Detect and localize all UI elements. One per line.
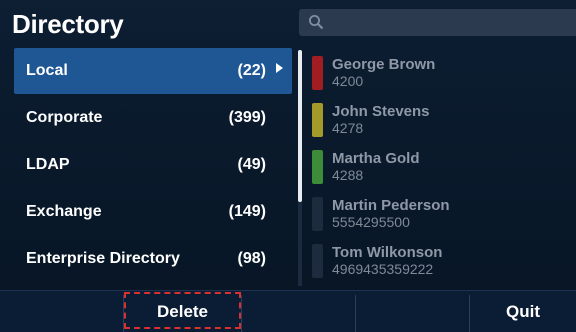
chevron-right-icon: [276, 63, 283, 73]
presence-indicator: [312, 197, 323, 231]
page-title: Directory: [12, 9, 124, 39]
directory-item-label: LDAP: [26, 156, 70, 173]
directory-item-count: (49): [237, 156, 266, 173]
directory-item-count: (149): [228, 203, 266, 220]
contact-item[interactable]: George Brown 4200: [310, 52, 570, 98]
presence-indicator: [312, 244, 323, 278]
directory-item-label: Corporate: [26, 109, 103, 126]
presence-indicator: [312, 56, 323, 90]
contact-name: John Stevens: [332, 103, 430, 120]
contact-number: 4278: [332, 120, 364, 136]
contact-number: 5554295500: [332, 214, 410, 230]
contact-item[interactable]: Martha Gold 4288: [310, 146, 570, 192]
scrollbar-thumb[interactable]: [298, 50, 302, 202]
softkey-empty-2[interactable]: [356, 291, 469, 332]
contact-number: 4200: [332, 73, 364, 89]
contact-name: Martin Pederson: [332, 197, 450, 214]
focus-outline: [124, 292, 241, 329]
search-input[interactable]: [299, 9, 576, 36]
presence-indicator: [312, 150, 323, 184]
directory-item-local[interactable]: Local (22): [14, 48, 292, 94]
directory-item-count: (98): [237, 250, 266, 267]
contact-name: Martha Gold: [332, 150, 420, 167]
search-icon: [309, 15, 324, 30]
directory-item-ldap[interactable]: LDAP (49): [14, 142, 292, 188]
directory-screen: Directory Local (22) Corporate (399) LDA…: [0, 0, 576, 290]
directory-item-label: Local: [26, 62, 68, 79]
directory-item-enterprise-directory[interactable]: Enterprise Directory (98): [14, 236, 292, 282]
contact-item[interactable]: Martin Pederson 5554295500: [310, 193, 570, 239]
directory-item-label: Enterprise Directory: [26, 250, 180, 267]
softkey-empty-1[interactable]: [242, 291, 355, 332]
presence-indicator: [312, 103, 323, 137]
directory-item-count: (399): [228, 109, 266, 126]
contact-name: Tom Wilkonson: [332, 244, 443, 261]
contact-number: 4969435359222: [332, 261, 434, 277]
contact-item[interactable]: John Stevens 4278: [310, 99, 570, 145]
directory-item-corporate[interactable]: Corporate (399): [14, 95, 292, 141]
contact-name: George Brown: [332, 56, 436, 73]
directory-item-exchange[interactable]: Exchange (149): [14, 189, 292, 235]
directory-item-label: Exchange: [26, 203, 102, 220]
contact-item[interactable]: Tom Wilkonson 4969435359222: [310, 240, 570, 286]
quit-button[interactable]: Quit: [470, 291, 576, 332]
directory-item-count: (22): [237, 62, 266, 79]
softkey-bar: Delete Quit: [0, 290, 576, 332]
contact-number: 4288: [332, 167, 364, 183]
